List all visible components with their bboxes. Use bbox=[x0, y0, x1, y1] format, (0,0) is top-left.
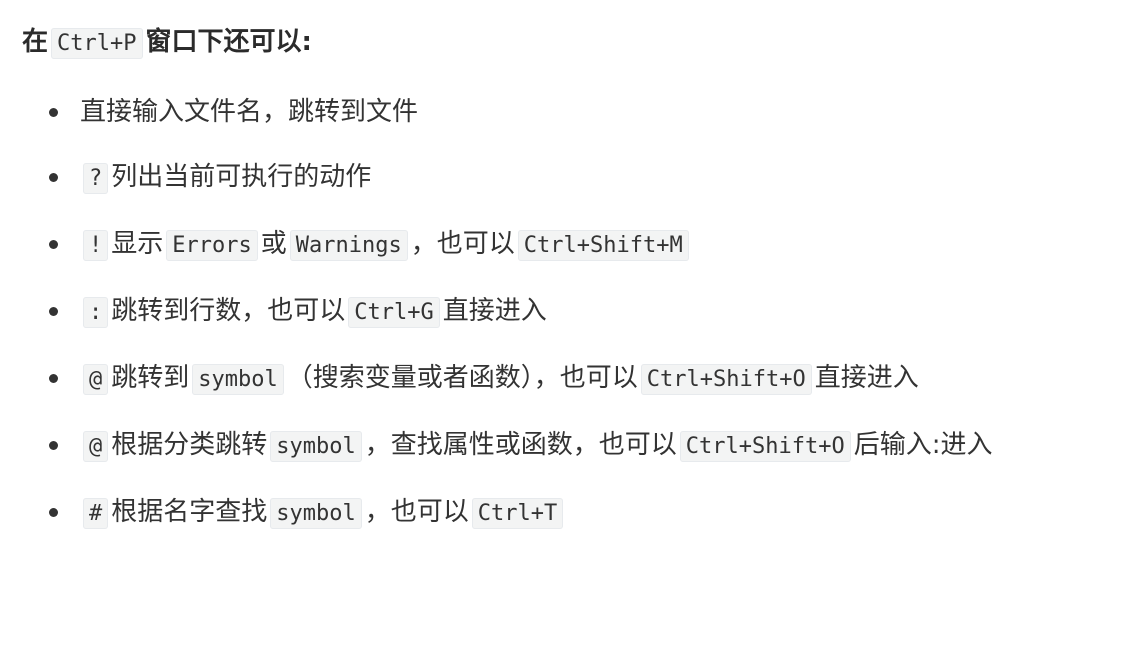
list-item: # 根据名字查找 symbol ，也可以 Ctrl+T bbox=[22, 486, 1100, 540]
inline-code: # bbox=[83, 498, 109, 529]
inline-code: : bbox=[83, 297, 109, 328]
inline-code: Ctrl+T bbox=[471, 498, 564, 529]
bullet-icon bbox=[49, 441, 58, 450]
item-text: （搜索变量或者函数），也可以 bbox=[286, 363, 638, 393]
bullet-icon bbox=[49, 307, 58, 316]
document-page: 在 Ctrl+P 窗口下还可以: 直接输入文件名，跳转到文件? 列出当前可执行的动作!… bbox=[0, 0, 1137, 659]
inline-code: symbol bbox=[192, 364, 284, 395]
item-text: 跳转到 bbox=[111, 363, 190, 393]
item-text: 列出当前可执行的动作 bbox=[111, 162, 372, 192]
list-item: 直接输入文件名，跳转到文件 bbox=[22, 86, 1100, 138]
heading-suffix: 窗口下还可以: bbox=[145, 27, 312, 57]
heading-shortcut-code: Ctrl+P bbox=[51, 28, 143, 59]
bullet-icon bbox=[49, 374, 58, 383]
inline-code: Warnings bbox=[289, 230, 408, 261]
list-item: @ 根据分类跳转 symbol ，查找属性或函数，也可以 Ctrl+Shift+O 后输入… bbox=[22, 419, 1100, 473]
list-item: ? 列出当前可执行的动作 bbox=[22, 151, 1100, 205]
inline-code: @ bbox=[83, 431, 109, 462]
item-text: 直接进入 bbox=[442, 296, 547, 326]
heading-prefix: 在 bbox=[22, 27, 49, 57]
item-text: ，查找属性或函数，也可以 bbox=[364, 430, 677, 460]
bullet-icon bbox=[49, 173, 58, 182]
item-text: 根据名字查找 bbox=[111, 497, 268, 527]
inline-code: symbol bbox=[270, 431, 362, 462]
bullet-icon bbox=[49, 240, 58, 249]
inline-code: symbol bbox=[270, 498, 362, 529]
shortcut-list: 直接输入文件名，跳转到文件? 列出当前可执行的动作! 显示 Errors 或 Warnin… bbox=[22, 86, 1137, 540]
item-text: 直接进入 bbox=[814, 363, 919, 393]
item-text: 或 bbox=[260, 229, 287, 259]
item-text: ，也可以 bbox=[410, 229, 515, 259]
item-text: 后输入:进入 bbox=[853, 430, 993, 460]
item-text: 显示 bbox=[111, 229, 164, 259]
inline-code: Ctrl+G bbox=[348, 297, 440, 328]
item-text: 根据分类跳转 bbox=[111, 430, 268, 460]
bullet-icon bbox=[49, 108, 58, 117]
inline-code: Ctrl+Shift+M bbox=[517, 230, 689, 261]
list-item: ! 显示 Errors 或 Warnings ，也可以 Ctrl+Shift+M bbox=[22, 218, 1100, 272]
inline-code: @ bbox=[83, 364, 109, 395]
item-text: 直接输入文件名，跳转到文件 bbox=[80, 97, 419, 127]
bullet-icon bbox=[49, 508, 58, 517]
inline-code: Ctrl+Shift+O bbox=[640, 364, 812, 395]
section-heading: 在 Ctrl+P 窗口下还可以: bbox=[22, 20, 1137, 66]
inline-code: Errors bbox=[166, 230, 258, 261]
item-text: 跳转到行数，也可以 bbox=[111, 296, 346, 326]
list-item: @ 跳转到 symbol （搜索变量或者函数），也可以 Ctrl+Shift+O 直接进入 bbox=[22, 352, 1100, 406]
item-text: ，也可以 bbox=[364, 497, 469, 527]
inline-code: Ctrl+Shift+O bbox=[679, 431, 851, 462]
list-item: : 跳转到行数，也可以 Ctrl+G 直接进入 bbox=[22, 285, 1100, 339]
inline-code: ? bbox=[83, 163, 109, 194]
inline-code: ! bbox=[83, 230, 109, 261]
